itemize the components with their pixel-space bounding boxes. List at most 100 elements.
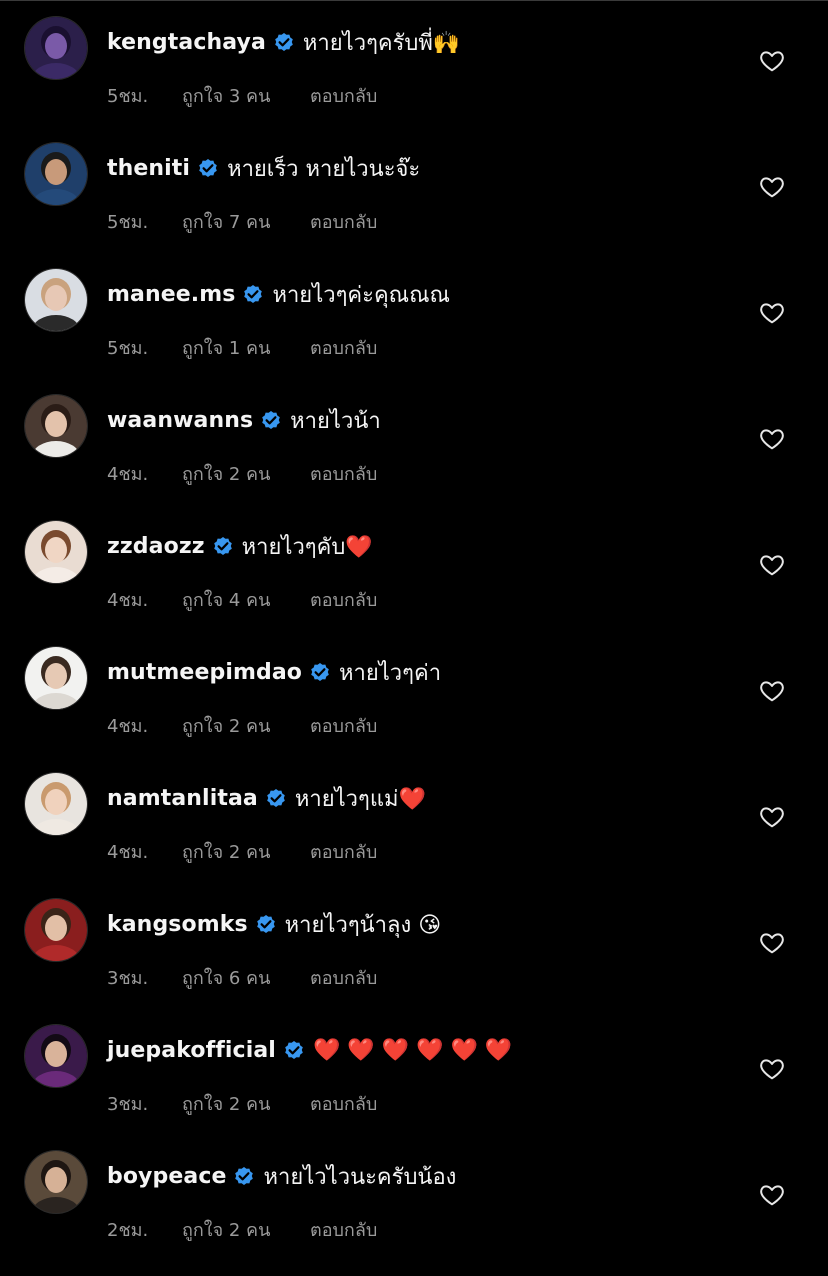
comment-row: zzdaozz หายไวๆคับ❤️ 4ชม. ถูกใจ 4 คน ตอบก… [0, 504, 828, 630]
avatar-image [25, 899, 87, 961]
heart-icon [760, 681, 784, 702]
reply-button[interactable]: ตอบกลับ [310, 585, 377, 614]
verified-badge-icon [259, 408, 283, 432]
avatar[interactable] [25, 395, 87, 457]
heart-icon [760, 51, 784, 72]
avatar[interactable] [25, 773, 87, 835]
comment-text: หายไวๆน้าลุง 😘 [284, 912, 442, 938]
avatar-image [25, 395, 87, 457]
reply-button[interactable]: ตอบกลับ [310, 81, 377, 110]
heart-icon [760, 807, 784, 828]
verified-badge-icon [282, 1038, 306, 1062]
username[interactable]: kengtachaya [107, 30, 266, 55]
comment-text: หายไวๆคับ❤️ [241, 534, 373, 560]
like-button[interactable] [759, 174, 785, 200]
avatar-image [25, 773, 87, 835]
like-count[interactable]: ถูกใจ 2 คน [182, 837, 310, 866]
verified-badge-icon [272, 30, 296, 54]
timestamp: 5ชม. [107, 337, 149, 359]
username[interactable]: kangsomks [107, 912, 248, 937]
comment-row: waanwanns หายไวน้า 4ชม. ถูกใจ 2 คน ตอบกล… [0, 378, 828, 504]
like-count[interactable]: ถูกใจ 6 คน [182, 963, 310, 992]
heart-icon [760, 1185, 784, 1206]
timestamp: 5ชม. [107, 85, 149, 107]
avatar-image [25, 269, 87, 331]
avatar[interactable] [25, 1151, 87, 1213]
like-count[interactable]: ถูกใจ 2 คน [182, 1215, 310, 1244]
heart-icon [760, 1059, 784, 1080]
comment-row: boypeace หายไวไวนะครับน้อง 2ชม. ถูกใจ 2 … [0, 1134, 828, 1260]
comment-text: หายเร็ว หายไวนะจ๊ะ [227, 156, 421, 182]
heart-icon [760, 429, 784, 450]
reply-button[interactable]: ตอบกลับ [310, 711, 377, 740]
comment-row: kangsomks หายไวๆน้าลุง 😘 3ชม. ถูกใจ 6 คน… [0, 882, 828, 1008]
like-count[interactable]: ถูกใจ 2 คน [182, 459, 310, 488]
avatar-image [25, 1151, 87, 1213]
avatar[interactable] [25, 899, 87, 961]
comment-text: หายไวไวนะครับน้อง [263, 1164, 457, 1190]
avatar-image [25, 647, 87, 709]
like-button[interactable] [759, 804, 785, 830]
verified-badge-icon [308, 660, 332, 684]
like-button[interactable] [759, 1182, 785, 1208]
timestamp: 2ชม. [107, 1219, 149, 1241]
avatar[interactable] [25, 17, 87, 79]
verified-badge-icon [264, 786, 288, 810]
username[interactable]: juepakofficial [107, 1038, 276, 1063]
avatar[interactable] [25, 269, 87, 331]
verified-badge-icon [196, 156, 220, 180]
comment-text: หายไวๆค่ะคุณณณ [272, 282, 450, 308]
avatar[interactable] [25, 143, 87, 205]
like-count[interactable]: ถูกใจ 3 คน [182, 81, 310, 110]
comment-text: ❤️ ❤️ ❤️ ❤️ ❤️ ❤️ [312, 1037, 513, 1063]
username[interactable]: mutmeepimdao [107, 660, 302, 685]
like-button[interactable] [759, 930, 785, 956]
like-button[interactable] [759, 426, 785, 452]
reply-button[interactable]: ตอบกลับ [310, 1089, 377, 1118]
reply-button[interactable]: ตอบกลับ [310, 459, 377, 488]
like-count[interactable]: ถูกใจ 2 คน [182, 711, 310, 740]
avatar-image [25, 1025, 87, 1087]
comment-row: namtanlitaa หายไวๆแม่❤️ 4ชม. ถูกใจ 2 คน … [0, 756, 828, 882]
timestamp: 3ชม. [107, 967, 149, 989]
reply-button[interactable]: ตอบกลับ [310, 1215, 377, 1244]
reply-button[interactable]: ตอบกลับ [310, 963, 377, 992]
heart-icon [760, 933, 784, 954]
reply-button[interactable]: ตอบกลับ [310, 837, 377, 866]
username[interactable]: boypeace [107, 1164, 226, 1189]
username[interactable]: zzdaozz [107, 534, 205, 559]
heart-icon [760, 303, 784, 324]
avatar[interactable] [25, 647, 87, 709]
verified-badge-icon [241, 282, 265, 306]
username[interactable]: waanwanns [107, 408, 253, 433]
reply-button[interactable]: ตอบกลับ [310, 333, 377, 362]
username[interactable]: theniti [107, 156, 190, 181]
avatar[interactable] [25, 521, 87, 583]
like-button[interactable] [759, 300, 785, 326]
like-count[interactable]: ถูกใจ 7 คน [182, 207, 310, 236]
timestamp: 4ชม. [107, 589, 149, 611]
like-count[interactable]: ถูกใจ 4 คน [182, 585, 310, 614]
username[interactable]: namtanlitaa [107, 786, 258, 811]
avatar-image [25, 521, 87, 583]
timestamp: 5ชม. [107, 211, 149, 233]
like-button[interactable] [759, 48, 785, 74]
comment-row: manee.ms หายไวๆค่ะคุณณณ 5ชม. ถูกใจ 1 คน … [0, 252, 828, 378]
verified-badge-icon [232, 1164, 256, 1188]
comment-text: หายไวน้า [290, 408, 381, 434]
like-button[interactable] [759, 1056, 785, 1082]
heart-icon [760, 555, 784, 576]
timestamp: 4ชม. [107, 841, 149, 863]
like-button[interactable] [759, 678, 785, 704]
like-button[interactable] [759, 552, 785, 578]
reply-button[interactable]: ตอบกลับ [310, 207, 377, 236]
verified-badge-icon [211, 534, 235, 558]
comment-text: หายไวๆครับพี่🙌 [302, 30, 461, 56]
username[interactable]: manee.ms [107, 282, 235, 307]
avatar-image [25, 143, 87, 205]
avatar-image [25, 17, 87, 79]
like-count[interactable]: ถูกใจ 2 คน [182, 1089, 310, 1118]
avatar[interactable] [25, 1025, 87, 1087]
timestamp: 4ชม. [107, 463, 149, 485]
like-count[interactable]: ถูกใจ 1 คน [182, 333, 310, 362]
